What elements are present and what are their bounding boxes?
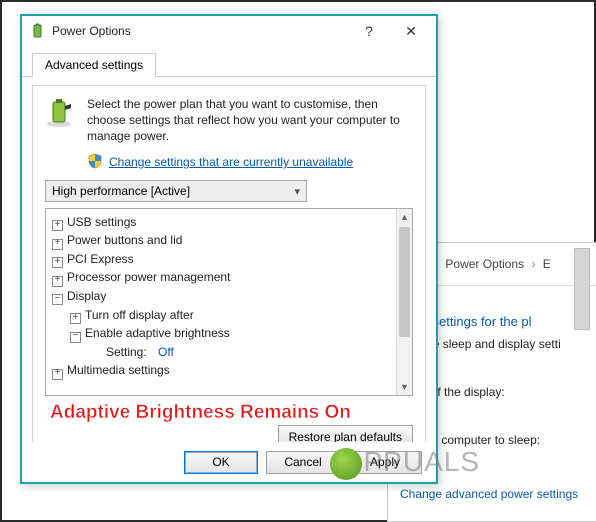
scroll-up-icon[interactable]: ▲: [397, 209, 412, 225]
expander-plus-icon[interactable]: +: [52, 257, 63, 268]
tree-item-usb[interactable]: USB settings: [67, 213, 136, 232]
setting-label: Setting:: [106, 343, 147, 362]
ok-button[interactable]: OK: [184, 451, 258, 474]
titlebar: Power Options ? ✕: [22, 16, 436, 46]
tree-scrollbar[interactable]: ▲ ▼: [396, 209, 412, 395]
close-button[interactable]: ✕: [390, 17, 432, 45]
scroll-down-icon[interactable]: ▼: [397, 379, 412, 395]
expander-plus-icon[interactable]: +: [52, 276, 63, 287]
tree-item-display[interactable]: Display: [67, 287, 106, 306]
expander-minus-icon[interactable]: −: [52, 294, 63, 305]
setting-value[interactable]: Off: [158, 343, 174, 362]
intro-text: Select the power plan that you want to c…: [87, 96, 413, 145]
dialog-button-row: OK Cancel Apply: [22, 442, 436, 482]
power-options-icon: [30, 23, 46, 39]
dialog-body: Select the power plan that you want to c…: [32, 85, 426, 463]
power-options-dialog: Power Options ? ✕ Advanced settings Sele…: [20, 14, 438, 484]
help-button[interactable]: ?: [348, 17, 390, 45]
expander-plus-icon[interactable]: +: [52, 239, 63, 250]
apply-button[interactable]: Apply: [348, 451, 422, 474]
power-plan-select[interactable]: High performance [Active] ▾: [45, 180, 307, 202]
tree-item-processor[interactable]: Processor power management: [67, 268, 230, 287]
change-unavailable-link[interactable]: Change settings that are currently unava…: [109, 155, 353, 169]
cancel-button[interactable]: Cancel: [266, 451, 340, 474]
expander-plus-icon[interactable]: +: [52, 369, 63, 380]
tabstrip: Advanced settings: [22, 46, 436, 77]
chevron-down-icon: ▾: [294, 185, 300, 198]
tree-item-turn-off-display[interactable]: Turn off display after: [85, 306, 194, 325]
tree-item-power-buttons[interactable]: Power buttons and lid: [67, 231, 182, 250]
power-plan-value: High performance [Active]: [52, 184, 190, 198]
shield-icon: [87, 153, 103, 172]
breadcrumb-part: E: [543, 257, 551, 271]
background-scrollbar[interactable]: [574, 248, 590, 330]
window-title: Power Options: [52, 24, 348, 38]
tree-item-pci-express[interactable]: PCI Express: [67, 250, 134, 269]
battery-plan-icon: [45, 96, 77, 128]
tab-advanced-settings[interactable]: Advanced settings: [32, 53, 156, 77]
scroll-thumb[interactable]: [399, 227, 410, 337]
tree-item-adaptive-brightness[interactable]: Enable adaptive brightness: [85, 324, 230, 343]
settings-tree: + USB settings + Power buttons and lid + PC…: [45, 208, 413, 396]
change-advanced-link[interactable]: Change advanced power settings: [400, 487, 596, 501]
breadcrumb-part: Power Options: [445, 257, 524, 271]
tree-item-multimedia[interactable]: Multimedia settings: [67, 361, 170, 380]
expander-plus-icon[interactable]: +: [52, 220, 63, 231]
expander-plus-icon[interactable]: +: [70, 313, 81, 324]
breadcrumb-separator: ›: [527, 257, 539, 271]
expander-minus-icon[interactable]: −: [70, 332, 81, 343]
